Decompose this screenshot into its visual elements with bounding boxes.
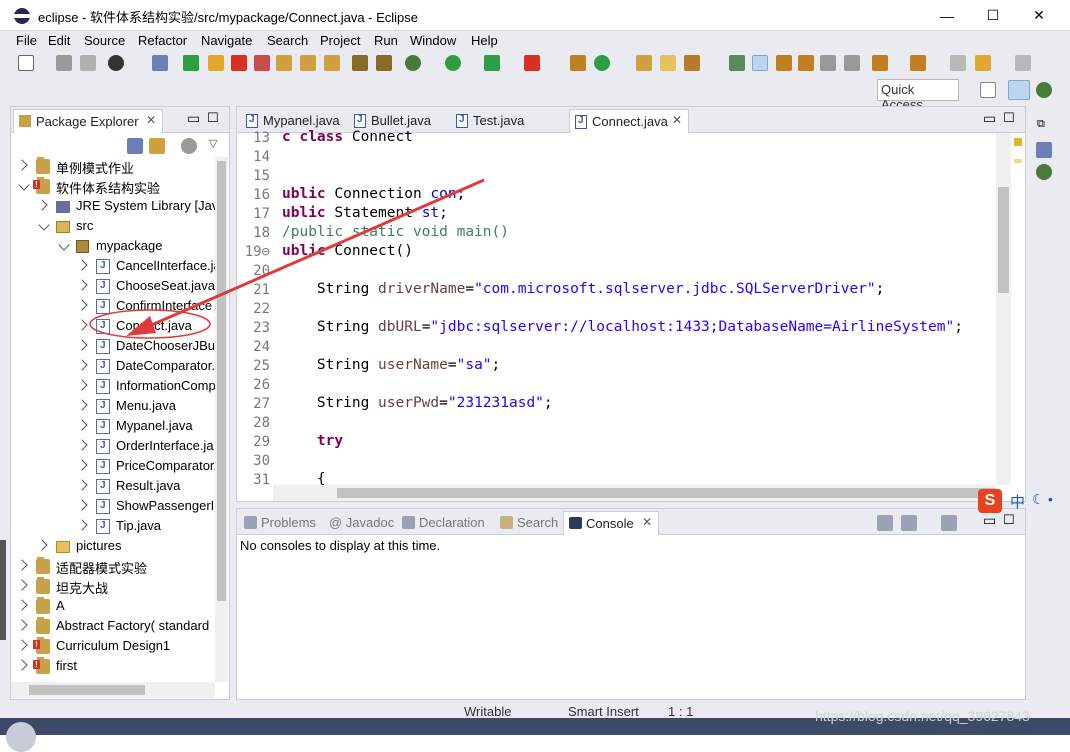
eclipse-window: eclipse - 软件体系结构实验/src/mypackage/Connect… (0, 0, 1070, 752)
pointer-arrow-line (139, 178, 485, 332)
annotation-overlay (89, 178, 485, 339)
pointer-arrow-head (126, 316, 156, 336)
